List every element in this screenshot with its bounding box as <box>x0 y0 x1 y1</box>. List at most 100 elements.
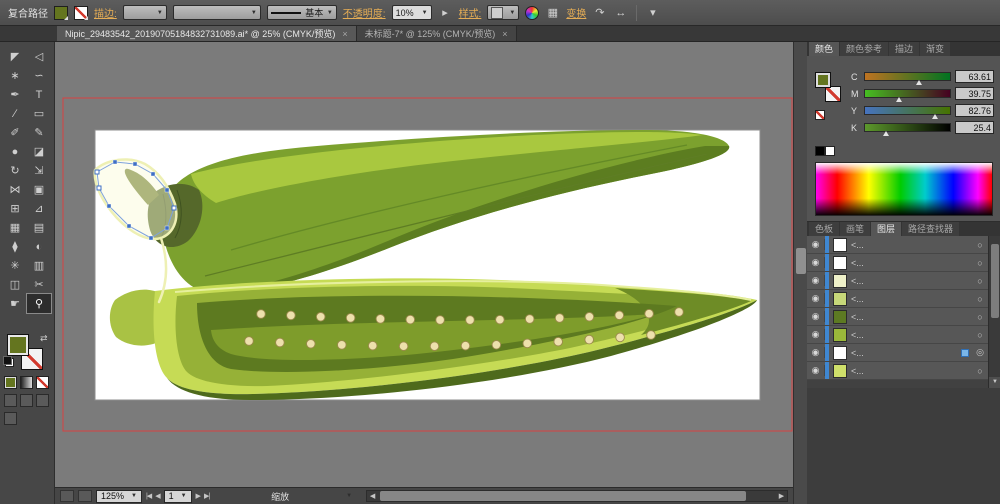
layer-name[interactable]: <... <box>851 276 972 286</box>
black-swatch[interactable] <box>815 146 825 156</box>
paintbrush-tool[interactable]: ✐ <box>3 123 27 142</box>
layer-name[interactable]: <... <box>851 258 972 268</box>
visibility-eye-icon[interactable]: ◉ <box>807 275 825 286</box>
slider-thumb[interactable] <box>883 131 889 136</box>
slider-thumb[interactable] <box>932 114 938 119</box>
hand-tool[interactable]: ☛ <box>3 294 27 313</box>
scrollbar-track[interactable] <box>378 491 776 501</box>
control-bar-overflow-icon[interactable]: ▾ <box>645 5 660 20</box>
visibility-eye-icon[interactable]: ◉ <box>807 347 825 358</box>
status-icon-1[interactable] <box>60 490 74 502</box>
transform-link[interactable]: 变换 <box>566 5 586 20</box>
transform-reflect-icon[interactable]: ↔ <box>613 5 628 20</box>
layer-row[interactable]: ◉<...○ <box>807 272 988 290</box>
panel-stroke-swatch[interactable] <box>825 86 841 102</box>
gradient-tool[interactable]: ▤ <box>27 218 51 237</box>
scroll-right-icon[interactable]: ▶ <box>776 492 787 500</box>
style-select[interactable]: ▼ <box>487 5 519 20</box>
layer-thumbnail[interactable] <box>833 364 847 378</box>
scroll-left-icon[interactable]: ◀ <box>367 492 378 500</box>
slider-thumb[interactable] <box>896 97 902 102</box>
layer-row[interactable]: ◉<...○ <box>807 290 988 308</box>
layer-name[interactable]: <... <box>851 240 972 250</box>
visibility-eye-icon[interactable]: ◉ <box>807 239 825 250</box>
draw-inside-button[interactable] <box>36 394 49 407</box>
symbol-sprayer-tool[interactable]: ✳ <box>3 256 27 275</box>
tab-gradient[interactable]: 渐变 <box>920 42 950 56</box>
layer-thumbnail[interactable] <box>833 310 847 324</box>
artboard-tool[interactable]: ◫ <box>3 275 27 294</box>
slider-track[interactable] <box>864 123 951 132</box>
next-artboard-button[interactable]: ▶ <box>196 492 200 500</box>
grid-icon[interactable]: ▦ <box>545 5 560 20</box>
none-mode-button[interactable] <box>36 376 49 389</box>
document-tab-2[interactable]: 未标题-7* @ 125% (CMYK/预览)× <box>357 26 517 41</box>
pen-tool[interactable]: ✒ <box>3 85 27 104</box>
blend-tool[interactable]: ◐ <box>27 237 51 256</box>
draw-normal-button[interactable] <box>4 394 17 407</box>
column-graph-tool[interactable]: ▥ <box>27 256 51 275</box>
layer-row[interactable]: ◉ <... ◎ <box>807 344 988 362</box>
default-fill-stroke-icon[interactable] <box>5 358 14 367</box>
tab-layers[interactable]: 图层 <box>871 222 901 236</box>
layer-name[interactable]: <... <box>851 330 972 340</box>
layer-row[interactable]: ◉<...○ <box>807 254 988 272</box>
pencil-tool[interactable]: ✎ <box>27 123 51 142</box>
visibility-eye-icon[interactable]: ◉ <box>807 293 825 304</box>
zoom-level-select[interactable]: 125%▼ <box>96 490 142 503</box>
visibility-eye-icon[interactable]: ◉ <box>807 365 825 376</box>
scrollbar-thumb[interactable] <box>991 244 999 318</box>
layer-thumbnail[interactable] <box>833 328 847 342</box>
layer-name[interactable]: <... <box>851 348 961 358</box>
stroke-color-swatch[interactable] <box>74 6 88 20</box>
selection-tool[interactable]: ◤ <box>3 47 27 66</box>
eyedropper-tool[interactable]: ⧫ <box>3 237 27 256</box>
canvas-horizontal-scrollbar[interactable]: ◀ ▶ <box>366 490 788 502</box>
visibility-eye-icon[interactable]: ◉ <box>807 329 825 340</box>
layers-scrollbar[interactable]: ▼ <box>988 236 1000 388</box>
layer-row[interactable]: ◉<...○ <box>807 326 988 344</box>
recolor-artwork-icon[interactable] <box>525 6 539 20</box>
tab-close-icon[interactable]: × <box>502 29 507 39</box>
layer-name[interactable]: <... <box>851 312 972 322</box>
rotate-tool[interactable]: ↻ <box>3 161 27 180</box>
slider-track[interactable] <box>864 106 951 115</box>
color-spectrum[interactable] <box>815 162 993 216</box>
scale-tool[interactable]: ⇲ <box>27 161 51 180</box>
eraser-tool[interactable]: ◪ <box>27 142 51 161</box>
target-icon[interactable]: ○ <box>972 366 988 376</box>
first-artboard-button[interactable]: |◀ <box>146 492 151 500</box>
previous-artboard-button[interactable]: ◀ <box>155 492 159 500</box>
stroke-panel-link[interactable]: 描边: <box>94 5 117 20</box>
style-link[interactable]: 样式: <box>459 5 482 20</box>
status-icon-2[interactable] <box>78 490 92 502</box>
layer-thumbnail[interactable] <box>833 274 847 288</box>
tab-swatches[interactable]: 色板 <box>809 222 839 236</box>
channel-value-field[interactable]: 39.75 <box>955 87 994 100</box>
blob-brush-tool[interactable]: ● <box>3 142 27 161</box>
slider-track[interactable] <box>864 89 951 98</box>
slice-tool[interactable]: ✂ <box>27 275 51 294</box>
layer-row[interactable]: ◉<...○ <box>807 308 988 326</box>
slider-track[interactable] <box>864 72 951 81</box>
target-icon[interactable]: ○ <box>972 258 988 268</box>
line-tool[interactable]: ∕ <box>3 104 27 123</box>
layer-name[interactable]: <... <box>851 366 972 376</box>
target-icon[interactable]: ◎ <box>972 347 988 358</box>
tab-close-icon[interactable]: × <box>342 29 347 39</box>
channel-value-field[interactable]: 63.61 <box>955 70 994 83</box>
layer-row[interactable]: ◉<...○ <box>807 236 988 254</box>
canvas[interactable] <box>55 42 793 487</box>
none-swatch[interactable] <box>815 110 825 120</box>
zoom-tool[interactable]: ⚲ <box>27 294 51 313</box>
perspective-grid-tool[interactable]: ⊿ <box>27 199 51 218</box>
stroke-weight-select[interactable]: ▼ <box>123 5 167 20</box>
scrollbar-thumb[interactable] <box>796 248 806 274</box>
type-tool[interactable]: T <box>27 85 51 104</box>
tab-brushes[interactable]: 画笔 <box>840 222 870 236</box>
screen-mode-button[interactable] <box>4 412 17 425</box>
fill-color-swatch[interactable] <box>54 6 68 20</box>
layer-thumbnail[interactable] <box>833 256 847 270</box>
brush-definition-select[interactable]: 基本▼ <box>267 5 337 20</box>
layer-thumbnail[interactable] <box>833 292 847 306</box>
